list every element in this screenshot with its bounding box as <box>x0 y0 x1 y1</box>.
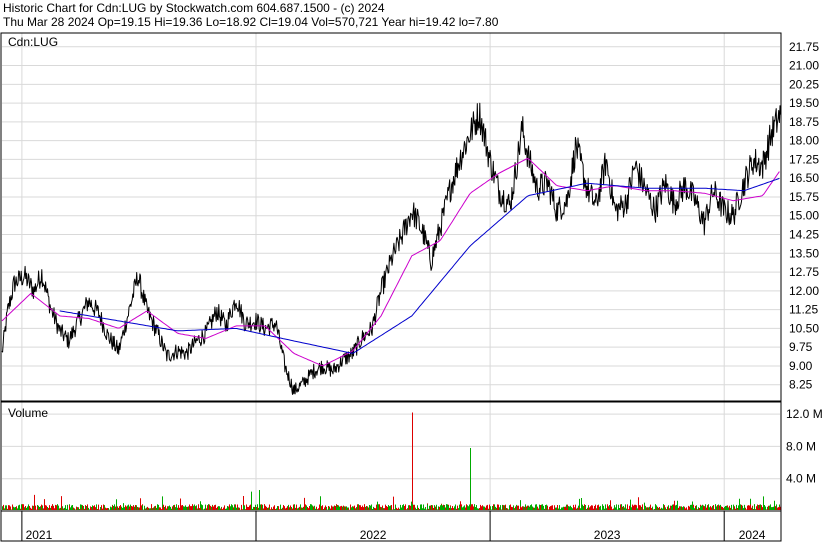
price-tick-label: 15.75 <box>789 190 819 204</box>
price-tick-label: 15.00 <box>789 209 819 223</box>
price-tick-label: 11.25 <box>789 303 818 317</box>
price-series-group <box>1 102 781 395</box>
chart-header-quote: Thu Mar 28 2024 Op=19.15 Hi=19.36 Lo=18.… <box>3 15 499 29</box>
time-axis-frame <box>0 510 782 542</box>
volume-panel-frame <box>0 401 782 512</box>
volume-tick-label: 4.0 M <box>786 472 816 486</box>
series-line-ma_long <box>59 177 780 354</box>
volume-tick-label: 8.0 M <box>786 439 816 453</box>
price-tick-label: 9.00 <box>789 359 813 373</box>
year-label: 2024 <box>739 528 766 542</box>
price-tick-label: 21.75 <box>789 40 819 54</box>
price-tick-label: 9.75 <box>789 340 813 354</box>
series-line-price <box>1 102 781 395</box>
price-tick-label: 14.25 <box>789 228 819 242</box>
chart-header-title: Historic Chart for Cdn:LUG by Stockwatch… <box>3 1 385 15</box>
volume-panel-title: Volume <box>8 406 48 420</box>
year-label: 2023 <box>594 528 621 542</box>
series-line-ma_short <box>1 158 780 367</box>
price-tick-label: 8.25 <box>789 378 813 392</box>
volume-tick-label: 12.0 M <box>786 407 823 421</box>
price-tick-label: 10.50 <box>789 321 819 335</box>
price-tick-label: 18.00 <box>789 134 819 148</box>
price-axis-ticks: 21.75 21.00 20.25 19.50 18.75 18.00 17.25 16.50… <box>789 40 819 392</box>
price-tick-label: 12.75 <box>789 265 819 279</box>
time-axis: 2021 2022 2023 2024 <box>21 511 766 542</box>
stock-chart: Historic Chart for Cdn:LUG by Stockwatch… <box>0 0 830 543</box>
price-tick-label: 13.50 <box>789 246 819 260</box>
price-panel-title: Cdn:LUG <box>8 35 58 49</box>
price-tick-label: 21.00 <box>789 59 819 73</box>
price-gridlines <box>2 33 780 401</box>
price-tick-label: 19.50 <box>789 96 819 110</box>
volume-bars-group <box>2 412 781 510</box>
chart-canvas: Historic Chart for Cdn:LUG by Stockwatch… <box>0 1 823 542</box>
price-tick-label: 20.25 <box>789 77 819 91</box>
price-tick-label: 16.50 <box>789 171 819 185</box>
year-label: 2021 <box>26 528 53 542</box>
price-tick-label: 12.00 <box>789 284 819 298</box>
price-tick-label: 17.25 <box>789 152 819 166</box>
price-tick-label: 18.75 <box>789 115 819 129</box>
volume-axis-ticks: 12.0 M 8.0 M 4.0 M <box>786 407 823 486</box>
year-label: 2022 <box>360 528 387 542</box>
volume-gridlines <box>2 402 780 511</box>
